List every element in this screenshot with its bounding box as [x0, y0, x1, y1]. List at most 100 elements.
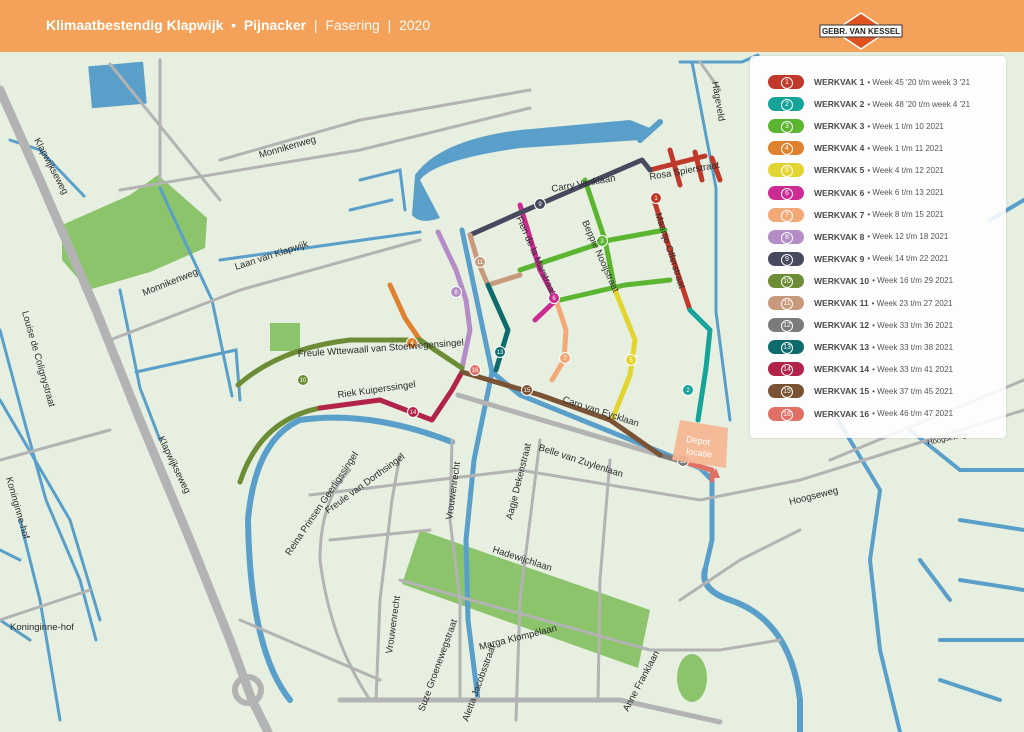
marker-7: 7: [559, 352, 571, 364]
legend-weeks: • Week 33 t/m 36 2021: [872, 320, 954, 330]
legend-item-werkvak-16: 16 WERKVAK 16 • Week 46 t/m 47 2021: [768, 406, 953, 422]
legend-name: WERKVAK 7: [814, 209, 865, 220]
legend-item-werkvak-8: 8 WERKVAK 8 • Week 12 t/m 18 2021: [768, 229, 948, 245]
legend-swatch: 7: [768, 207, 804, 222]
legend-number: 6: [781, 187, 793, 200]
legend-item-werkvak-15: 15 WERKVAK 15 • Week 37 t/m 45 2021: [768, 383, 953, 399]
legend-name: WERKVAK 3: [814, 121, 865, 132]
legend-number: 13: [781, 342, 793, 355]
marker-9: 9: [534, 198, 546, 210]
separator: |: [313, 17, 318, 33]
legend-name: WERKVAK 4: [814, 143, 865, 154]
legend-weeks: • Week 23 t/m 27 2021: [871, 298, 953, 308]
legend-weeks: • Week 1 t/m 11 2021: [867, 143, 944, 153]
legend-swatch: 3: [768, 119, 804, 134]
legend-name: WERKVAK 12: [814, 320, 870, 331]
legend-number: 8: [781, 231, 793, 244]
legend-number: 2: [781, 99, 793, 112]
legend-weeks: • Week 33 t/m 38 2021: [872, 342, 954, 352]
legend-weeks: • Week 4 t/m 12 2021: [867, 165, 944, 175]
legend-swatch: 14: [768, 362, 804, 377]
legend-swatch: 11: [768, 296, 804, 310]
legend-item-werkvak-9: 9 WERKVAK 9 • Week 14 t/m 22 2021: [768, 251, 948, 267]
marker-16: 16: [469, 364, 481, 376]
legend-item-werkvak-4: 4 WERKVAK 4 • Week 1 t/m 11 2021: [768, 140, 943, 156]
legend-number: 1: [781, 77, 793, 89]
legend-number: 5: [781, 165, 793, 178]
legend-weeks: • Week 33 t/m 41 2021: [872, 364, 954, 374]
company-logo: GEBR. VAN KESSEL: [819, 12, 903, 50]
legend-weeks: • Week 37 t/m 45 2021: [872, 386, 954, 396]
legend-panel: 1 WERKVAK 1 • Week 45 '20 t/m week 3 '21 2 W…: [750, 56, 1006, 438]
place-name: Pijnacker: [243, 17, 307, 33]
subject: Fasering: [325, 17, 380, 33]
legend-name: WERKVAK 6: [814, 187, 865, 198]
header-title: Klimaatbestendig Klapwijk • Pijnacker | …: [46, 17, 430, 33]
legend-name: WERKVAK 1: [814, 77, 865, 87]
legend-name: WERKVAK 14: [814, 364, 870, 375]
legend-item-werkvak-11: 11 WERKVAK 11 • Week 23 t/m 27 2021: [768, 295, 953, 311]
marker-10: 10: [297, 374, 309, 386]
marker-1: 1: [650, 192, 662, 204]
project-title: Klimaatbestendig Klapwijk: [46, 17, 224, 33]
legend-name: WERKVAK 15: [814, 386, 870, 397]
marker-8: 8: [450, 286, 462, 298]
marker-14: 14: [407, 406, 419, 418]
legend-item-werkvak-1: 1 WERKVAK 1 • Week 45 '20 t/m week 3 '21: [768, 74, 970, 90]
legend-name: WERKVAK 16: [814, 408, 870, 419]
legend-number: 9: [781, 253, 793, 266]
legend-item-werkvak-5: 5 WERKVAK 5 • Week 4 t/m 12 2021: [768, 162, 944, 178]
legend-swatch: 13: [768, 340, 804, 355]
svg-text:13: 13: [497, 350, 504, 356]
legend-name: WERKVAK 13: [814, 342, 870, 353]
legend-swatch: 12: [768, 318, 804, 333]
legend-weeks: • Week 6 t/m 13 2021: [867, 188, 944, 197]
legend-number: 16: [781, 408, 793, 421]
legend-item-werkvak-2: 2 WERKVAK 2 • Week 48 '20 t/m week 4 '21: [768, 96, 970, 112]
legend-item-werkvak-10: 10 WERKVAK 10 • Week 16 t/m 29 2021: [768, 273, 953, 289]
legend-weeks: • Week 48 '20 t/m week 4 '21: [867, 99, 971, 109]
year: 2020: [398, 17, 431, 33]
legend-swatch: 16: [768, 406, 804, 421]
legend-item-werkvak-13: 13 WERKVAK 13 • Week 33 t/m 38 2021: [768, 339, 953, 355]
marker-11: 11: [474, 256, 486, 268]
legend-swatch: 6: [768, 185, 804, 200]
legend-number: 7: [781, 209, 793, 222]
legend-number: 10: [781, 275, 793, 288]
marker-15: 15: [521, 384, 533, 396]
legend-weeks: • Week 45 '20 t/m week 3 '21: [867, 77, 971, 87]
logo-text: GEBR. VAN KESSEL: [822, 27, 900, 36]
legend-number: 4: [781, 143, 793, 156]
legend-name: WERKVAK 8: [814, 231, 865, 242]
legend-swatch: 8: [768, 229, 804, 244]
legend-swatch: 1: [768, 75, 804, 89]
svg-text:14: 14: [410, 410, 417, 416]
legend-name: WERKVAK 10: [814, 275, 870, 286]
legend-weeks: • Week 16 t/m 29 2021: [872, 276, 954, 286]
legend-item-werkvak-14: 14 WERKVAK 14 • Week 33 t/m 41 2021: [768, 361, 953, 377]
pond-square: [88, 61, 147, 109]
legend-weeks: • Week 8 t/m 15 2021: [867, 210, 944, 220]
legend-swatch: 2: [768, 97, 804, 112]
legend-name: WERKVAK 5: [814, 165, 865, 176]
legend-swatch: 4: [768, 141, 804, 156]
legend-item-werkvak-6: 6 WERKVAK 6 • Week 6 t/m 13 2021: [768, 185, 944, 201]
label-koninginnehof-2: Koninginne-hof: [10, 622, 74, 633]
marker-13: 13: [494, 346, 506, 358]
svg-text:16: 16: [472, 368, 479, 374]
legend-swatch: 15: [768, 384, 804, 399]
bullet: •: [231, 17, 237, 33]
legend-name: WERKVAK 11: [814, 298, 869, 308]
legend-weeks: • Week 12 t/m 18 2021: [867, 232, 949, 242]
svg-text:11: 11: [477, 260, 484, 266]
legend-number: 12: [781, 320, 793, 333]
legend-weeks: • Week 14 t/m 22 2021: [867, 254, 949, 264]
legend-number: 14: [781, 364, 793, 377]
legend-swatch: 5: [768, 163, 804, 178]
marker-5: 5: [625, 354, 637, 366]
legend-item-werkvak-7: 7 WERKVAK 7 • Week 8 t/m 15 2021: [768, 207, 944, 223]
legend-item-werkvak-3: 3 WERKVAK 3 • Week 1 t/m 10 2021: [768, 118, 944, 134]
legend-item-werkvak-12: 12 WERKVAK 12 • Week 33 t/m 36 2021: [768, 317, 953, 333]
legend-name: WERKVAK 2: [814, 99, 865, 110]
legend-name: WERKVAK 9: [814, 253, 865, 264]
